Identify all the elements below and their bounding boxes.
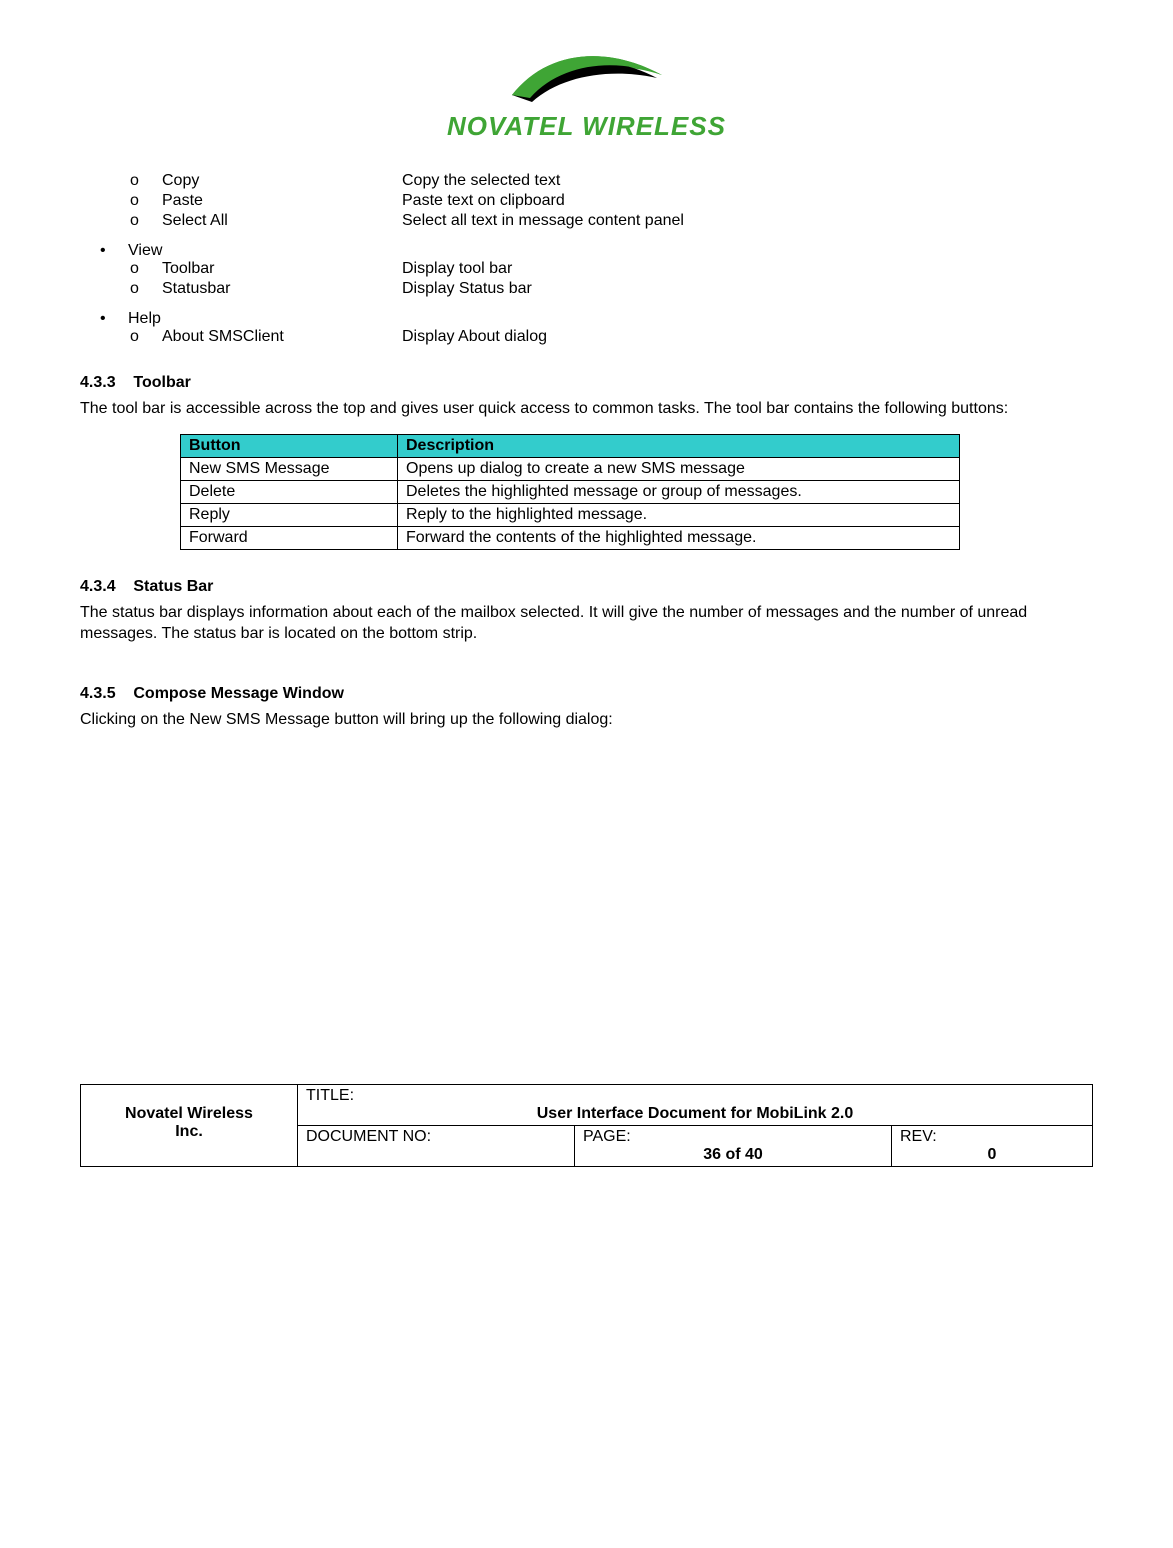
menu-selectall-desc: Select all text in message content panel [402,212,684,230]
footer-page-label: PAGE: [583,1128,631,1145]
section-435-body: Clicking on the New SMS Message button w… [80,709,1093,731]
menu-toolbar-desc: Display tool bar [402,260,512,278]
cell-desc: Opens up dialog to create a new SMS mess… [398,457,960,480]
section-433-num: 4.3.3 [80,374,116,391]
cell-button: Reply [181,503,398,526]
footer-company: Novatel Wireless Inc. [81,1085,298,1167]
cell-desc: Forward the contents of the highlighted … [398,526,960,549]
help-label: Help [128,310,161,328]
menu-about-label: About SMSClient [162,328,402,346]
menu-about-desc: Display About dialog [402,328,547,346]
footer-table: Novatel Wireless Inc. TITLE: User Interf… [80,1084,1093,1167]
menu-toolbar-label: Toolbar [162,260,402,278]
menu-selectall-label: Select All [162,212,402,230]
list-marker: o [130,172,162,190]
footer-title-cell: TITLE: User Interface Document for MobiL… [298,1085,1093,1126]
footer-page-cell: PAGE: 36 of 40 [575,1126,892,1167]
section-434-body: The status bar displays information abou… [80,602,1093,645]
footer-title-label: TITLE: [306,1087,354,1104]
logo: NOVATEL WIRELESS [80,40,1093,142]
edit-subitems: o Copy Copy the selected text o Paste Pa… [80,172,1093,230]
section-435-num: 4.3.5 [80,685,116,702]
footer-company-line1: Novatel Wireless [89,1105,289,1123]
bullet-icon: • [100,242,128,260]
cell-desc: Deletes the highlighted message or group… [398,480,960,503]
footer-rev-cell: REV: 0 [892,1126,1093,1167]
toolbar-table: Button Description New SMS Message Opens… [180,434,960,550]
table-row: Reply Reply to the highlighted message. [181,503,960,526]
list-marker: o [130,280,162,298]
footer-company-line2: Inc. [89,1123,289,1141]
cell-desc: Reply to the highlighted message. [398,503,960,526]
table-row: Forward Forward the contents of the high… [181,526,960,549]
section-435-heading: 4.3.5 Compose Message Window [80,685,1093,703]
help-subitems: o About SMSClient Display About dialog [80,328,1093,346]
section-433-body: The tool bar is accessible across the to… [80,398,1093,420]
logo-text: NOVATEL WIRELESS [80,111,1093,142]
section-434-title: Status Bar [133,578,213,595]
list-marker: o [130,328,162,346]
footer-title-value: User Interface Document for MobiLink 2.0 [306,1105,1084,1123]
cell-button: New SMS Message [181,457,398,480]
menu-copy-label: Copy [162,172,402,190]
menu-statusbar-label: Statusbar [162,280,402,298]
cell-button: Forward [181,526,398,549]
help-bullet: • Help [80,310,1093,328]
section-433-title: Toolbar [133,374,190,391]
menu-statusbar-desc: Display Status bar [402,280,532,298]
footer-docno-label: DOCUMENT NO: [306,1128,431,1145]
section-435-title: Compose Message Window [133,685,344,702]
table-head-description: Description [398,434,960,457]
menu-paste-desc: Paste text on clipboard [402,192,565,210]
table-row: New SMS Message Opens up dialog to creat… [181,457,960,480]
view-label: View [128,242,162,260]
footer-rev-value: 0 [900,1146,1084,1164]
view-bullet: • View [80,242,1093,260]
menu-paste-label: Paste [162,192,402,210]
menu-copy-desc: Copy the selected text [402,172,560,190]
footer-rev-label: REV: [900,1128,937,1145]
view-subitems: o Toolbar Display tool bar o Statusbar D… [80,260,1093,298]
table-head-button: Button [181,434,398,457]
table-row: Delete Deletes the highlighted message o… [181,480,960,503]
section-434-heading: 4.3.4 Status Bar [80,578,1093,596]
list-marker: o [130,192,162,210]
bullet-icon: • [100,310,128,328]
list-marker: o [130,260,162,278]
footer-docno-cell: DOCUMENT NO: [298,1126,575,1167]
section-433-heading: 4.3.3 Toolbar [80,374,1093,392]
list-marker: o [130,212,162,230]
cell-button: Delete [181,480,398,503]
section-434-num: 4.3.4 [80,578,116,595]
swoosh-icon [507,40,667,110]
footer-page-value: 36 of 40 [583,1146,883,1164]
